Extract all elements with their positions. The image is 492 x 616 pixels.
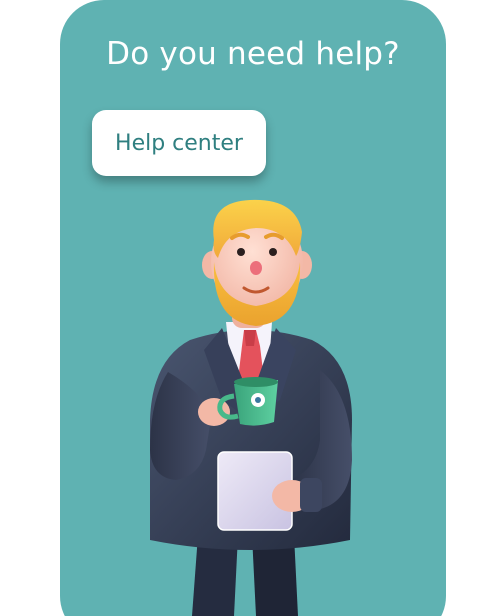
help-widget: Do you need help? Help center bbox=[0, 0, 492, 616]
help-card: Do you need help? bbox=[60, 0, 446, 616]
card-title: Do you need help? bbox=[106, 36, 400, 72]
help-center-button[interactable]: Help center bbox=[92, 110, 266, 176]
